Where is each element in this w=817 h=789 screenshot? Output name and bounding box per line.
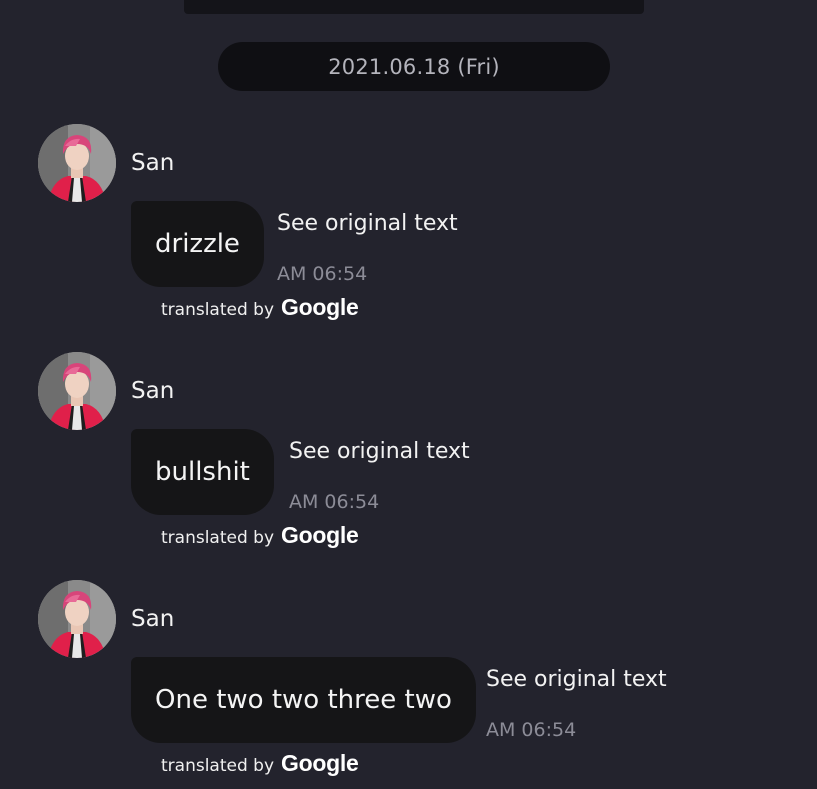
chat-screen: 2021.06.18 (Fri) San drizzle See origina…	[0, 0, 817, 789]
message-timestamp: AM 06:54	[277, 263, 368, 285]
translated-by-label: translated by	[161, 300, 275, 320]
chat-message: San One two two three two See original t…	[0, 580, 817, 789]
chat-message: San drizzle See original text AM 06:54 t…	[0, 124, 817, 334]
google-logo: Google	[281, 294, 359, 320]
sender-name: San	[131, 150, 175, 176]
see-original-text-link[interactable]: See original text	[486, 667, 667, 692]
google-logo: Google	[281, 522, 359, 548]
date-separator-label: 2021.06.18 (Fri)	[328, 54, 500, 79]
translated-by-google: translated by Google	[161, 522, 359, 549]
top-bar	[184, 0, 644, 14]
sender-name: San	[131, 606, 175, 632]
translated-by-google: translated by Google	[161, 294, 359, 321]
date-separator: 2021.06.18 (Fri)	[218, 42, 610, 91]
message-timestamp: AM 06:54	[486, 719, 577, 741]
translated-by-google: translated by Google	[161, 750, 359, 777]
translated-by-label: translated by	[161, 756, 275, 776]
message-bubble[interactable]: drizzle	[131, 201, 264, 287]
see-original-text-link[interactable]: See original text	[277, 211, 458, 236]
message-bubble[interactable]: bullshit	[131, 429, 274, 515]
google-logo: Google	[281, 750, 359, 776]
avatar[interactable]	[38, 580, 116, 658]
avatar[interactable]	[38, 124, 116, 202]
sender-name: San	[131, 378, 175, 404]
avatar[interactable]	[38, 352, 116, 430]
see-original-text-link[interactable]: See original text	[289, 439, 470, 464]
translated-by-label: translated by	[161, 528, 275, 548]
chat-message: San bullshit See original text AM 06:54 …	[0, 352, 817, 562]
message-bubble[interactable]: One two two three two	[131, 657, 476, 743]
message-timestamp: AM 06:54	[289, 491, 380, 513]
